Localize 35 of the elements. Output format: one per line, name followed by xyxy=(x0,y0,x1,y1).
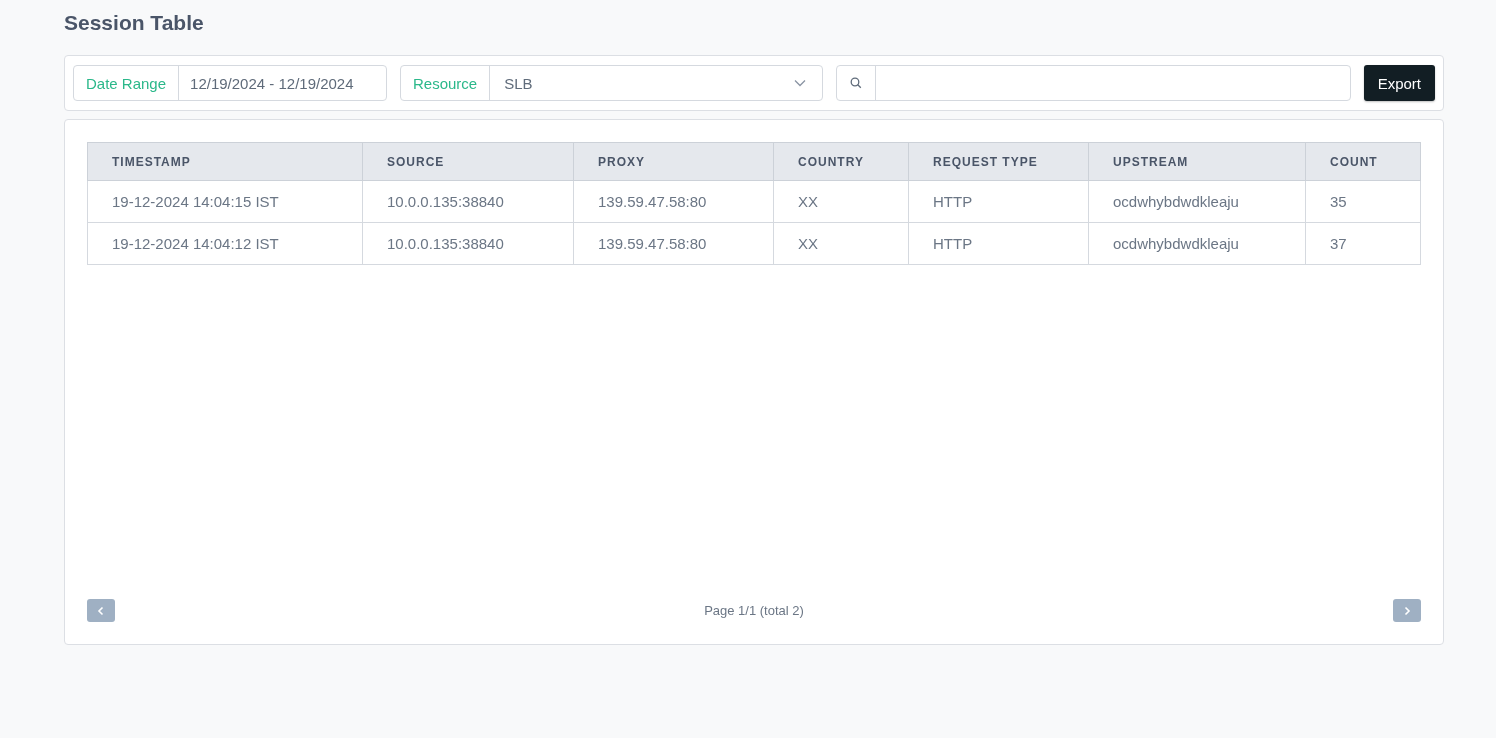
table-cell: HTTP xyxy=(908,180,1089,223)
table-cell: ocdwhybdwdkleaju xyxy=(1088,180,1306,223)
table-cell: 19-12-2024 14:04:15 IST xyxy=(87,180,363,223)
table-cell: 10.0.0.135:38840 xyxy=(362,222,574,265)
chevron-down-icon xyxy=(794,79,806,87)
date-range-value: 12/19/2024 - 12/19/2024 xyxy=(189,73,355,94)
table-cell: XX xyxy=(773,222,909,265)
resource-label: Resource xyxy=(401,66,491,100)
date-range-field[interactable]: Date Range 12/19/2024 - 12/19/2024 xyxy=(73,65,387,101)
search-field[interactable] xyxy=(836,65,1351,101)
export-button[interactable]: Export xyxy=(1363,65,1435,101)
resource-select[interactable]: Resource SLB xyxy=(400,65,823,101)
table-cell: ocdwhybdwdkleaju xyxy=(1088,222,1306,265)
table-cell: 35 xyxy=(1305,180,1421,223)
table-cell: 19-12-2024 14:04:12 IST xyxy=(87,222,363,265)
column-header: REQUEST TYPE xyxy=(908,142,1089,181)
column-header: COUNTRY xyxy=(773,142,909,181)
page-info: Page 1/1 (total 2) xyxy=(704,603,804,618)
table-cell: 37 xyxy=(1305,222,1421,265)
table-cell: 10.0.0.135:38840 xyxy=(362,180,574,223)
column-header: COUNT xyxy=(1305,142,1421,181)
column-header: SOURCE xyxy=(362,142,574,181)
table-cell: 139.59.47.58:80 xyxy=(573,180,774,223)
table-cell: HTTP xyxy=(908,222,1089,265)
page-title: Session Table xyxy=(64,10,205,36)
table-cell: 139.59.47.58:80 xyxy=(573,222,774,265)
search-icon xyxy=(850,77,862,89)
chevron-left-icon xyxy=(97,605,105,616)
column-header: TIMESTAMP xyxy=(87,142,363,181)
column-header: PROXY xyxy=(573,142,774,181)
column-header: UPSTREAM xyxy=(1088,142,1306,181)
date-range-label: Date Range xyxy=(74,66,180,100)
table-cell: XX xyxy=(773,180,909,223)
chevron-right-icon xyxy=(1403,605,1411,616)
resource-value: SLB xyxy=(503,73,534,94)
